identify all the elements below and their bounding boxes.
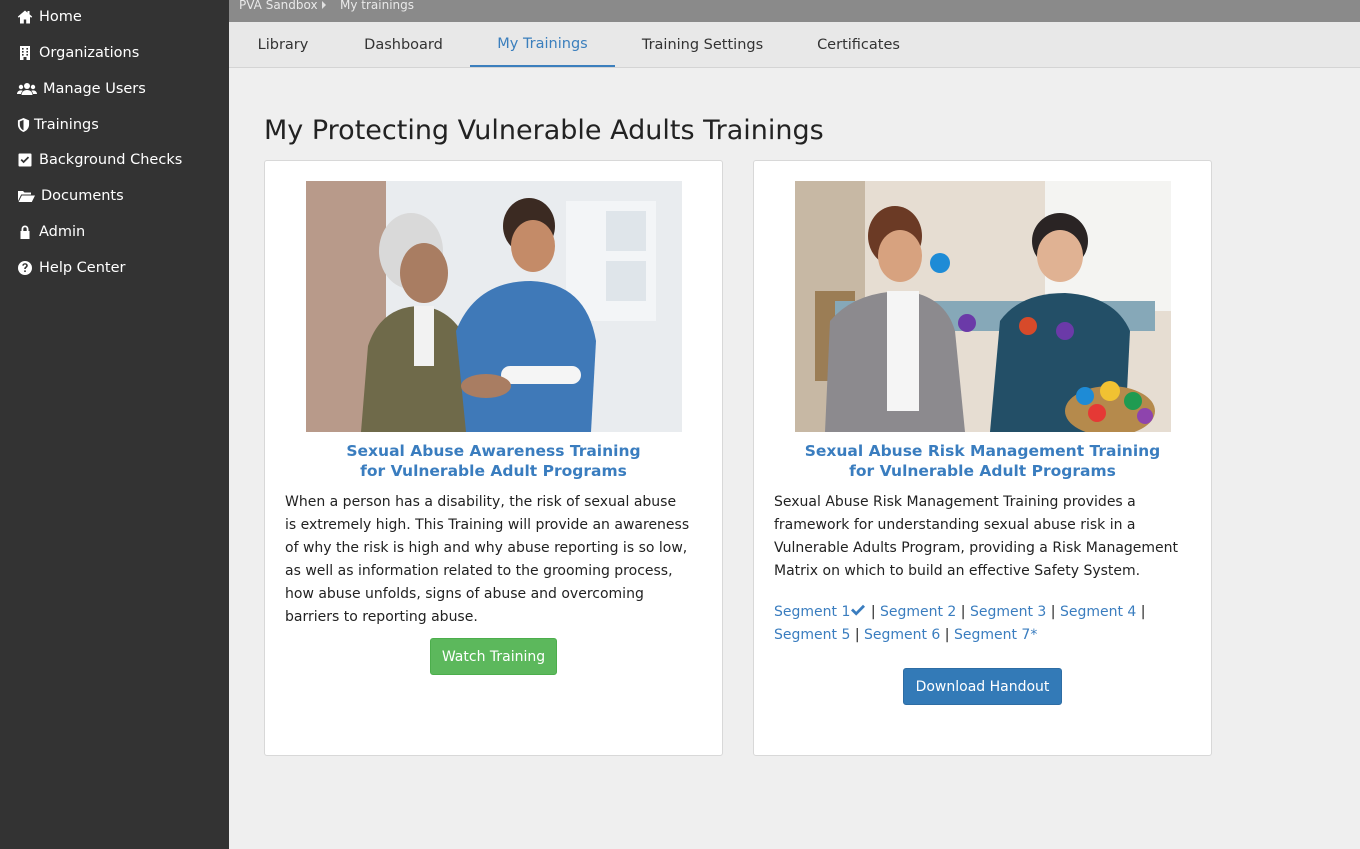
segment-3-link[interactable]: Segment 3 bbox=[970, 604, 1046, 620]
home-icon bbox=[16, 9, 34, 25]
shield-icon bbox=[16, 117, 30, 133]
sidebar-item-label: Admin bbox=[39, 224, 86, 240]
breadcrumb: PVA Sandbox My trainings bbox=[229, 0, 1360, 22]
segment-7-link[interactable]: Segment 7* bbox=[954, 627, 1037, 643]
training-card-risk-management: Sexual Abuse Risk Management Training fo… bbox=[753, 160, 1212, 756]
watch-training-button[interactable]: Watch Training bbox=[430, 638, 557, 675]
training-title[interactable]: Sexual Abuse Awareness Training for Vuln… bbox=[265, 441, 722, 481]
segment-separator: | bbox=[1050, 604, 1056, 620]
sidebar-item-home[interactable]: Home bbox=[16, 6, 82, 28]
segment-separator: | bbox=[854, 627, 860, 643]
segment-links: Segment 1 | Segment 2 | Segment 3 | Segm… bbox=[774, 601, 1184, 647]
training-title-line1[interactable]: Sexual Abuse Risk Management Training bbox=[754, 441, 1211, 461]
sidebar-item-manage-users[interactable]: Manage Users bbox=[16, 78, 146, 100]
segment-2-link[interactable]: Segment 2 bbox=[880, 604, 956, 620]
sidebar-item-label: Background Checks bbox=[39, 152, 183, 168]
segment-separator: | bbox=[960, 604, 966, 620]
sidebar-item-documents[interactable]: Documents bbox=[16, 185, 124, 207]
sidebar-item-organizations[interactable]: Organizations bbox=[16, 42, 139, 64]
sidebar-item-label: Trainings bbox=[34, 117, 99, 133]
tab-my-trainings[interactable]: My Trainings bbox=[470, 22, 615, 67]
page-title: My Protecting Vulnerable Adults Training… bbox=[264, 115, 824, 146]
sidebar: Home Organizations Manage Users Training… bbox=[0, 0, 229, 849]
training-description: When a person has a disability, the risk… bbox=[285, 494, 690, 625]
building-icon bbox=[16, 45, 34, 61]
breadcrumb-org[interactable]: PVA Sandbox bbox=[239, 0, 318, 11]
tab-training-settings[interactable]: Training Settings bbox=[615, 22, 790, 68]
sidebar-item-label: Documents bbox=[41, 188, 124, 204]
sidebar-item-label: Home bbox=[39, 9, 82, 25]
segment-5-link[interactable]: Segment 5 bbox=[774, 627, 850, 643]
sidebar-item-admin[interactable]: Admin bbox=[16, 221, 85, 243]
sidebar-item-help-center[interactable]: Help Center bbox=[16, 257, 125, 279]
tab-dashboard[interactable]: Dashboard bbox=[337, 22, 470, 68]
sidebar-item-label: Help Center bbox=[39, 260, 126, 276]
sidebar-item-label: Manage Users bbox=[43, 81, 146, 97]
sidebar-item-background-checks[interactable]: Background Checks bbox=[16, 149, 182, 171]
sidebar-item-label: Organizations bbox=[39, 45, 140, 61]
segment-1-link[interactable]: Segment 1 bbox=[774, 604, 866, 620]
tab-bar: Library Dashboard My Trainings Training … bbox=[229, 22, 1360, 68]
breadcrumb-current: My trainings bbox=[340, 0, 415, 12]
training-card-awareness: Sexual Abuse Awareness Training for Vuln… bbox=[264, 160, 723, 756]
download-handout-button[interactable]: Download Handout bbox=[903, 668, 1062, 705]
training-title-line2[interactable]: for Vulnerable Adult Programs bbox=[754, 461, 1211, 481]
segment-separator: | bbox=[1140, 604, 1146, 620]
segment-4-link[interactable]: Segment 4 bbox=[1060, 604, 1136, 620]
lock-icon bbox=[16, 224, 34, 240]
training-title-line1[interactable]: Sexual Abuse Awareness Training bbox=[265, 441, 722, 461]
segment-separator: | bbox=[870, 604, 876, 620]
segment-6-link[interactable]: Segment 6 bbox=[864, 627, 940, 643]
segment-separator: | bbox=[944, 627, 950, 643]
folder-open-icon bbox=[16, 188, 36, 204]
tab-library[interactable]: Library bbox=[229, 22, 337, 68]
checkbox-icon bbox=[16, 152, 34, 168]
check-icon bbox=[850, 604, 866, 620]
training-image-caregiver bbox=[306, 181, 682, 432]
breadcrumb-chevron-icon bbox=[322, 1, 326, 9]
tab-certificates[interactable]: Certificates bbox=[790, 22, 927, 68]
training-description: Sexual Abuse Risk Management Training pr… bbox=[774, 494, 1179, 579]
segment-label: Segment 1 bbox=[774, 604, 851, 620]
training-title-line2[interactable]: for Vulnerable Adult Programs bbox=[265, 461, 722, 481]
question-circle-icon bbox=[16, 260, 34, 276]
training-image-ball-play bbox=[795, 181, 1171, 432]
training-title[interactable]: Sexual Abuse Risk Management Training fo… bbox=[754, 441, 1211, 481]
users-icon bbox=[16, 81, 38, 97]
sidebar-item-trainings[interactable]: Trainings bbox=[16, 114, 99, 136]
